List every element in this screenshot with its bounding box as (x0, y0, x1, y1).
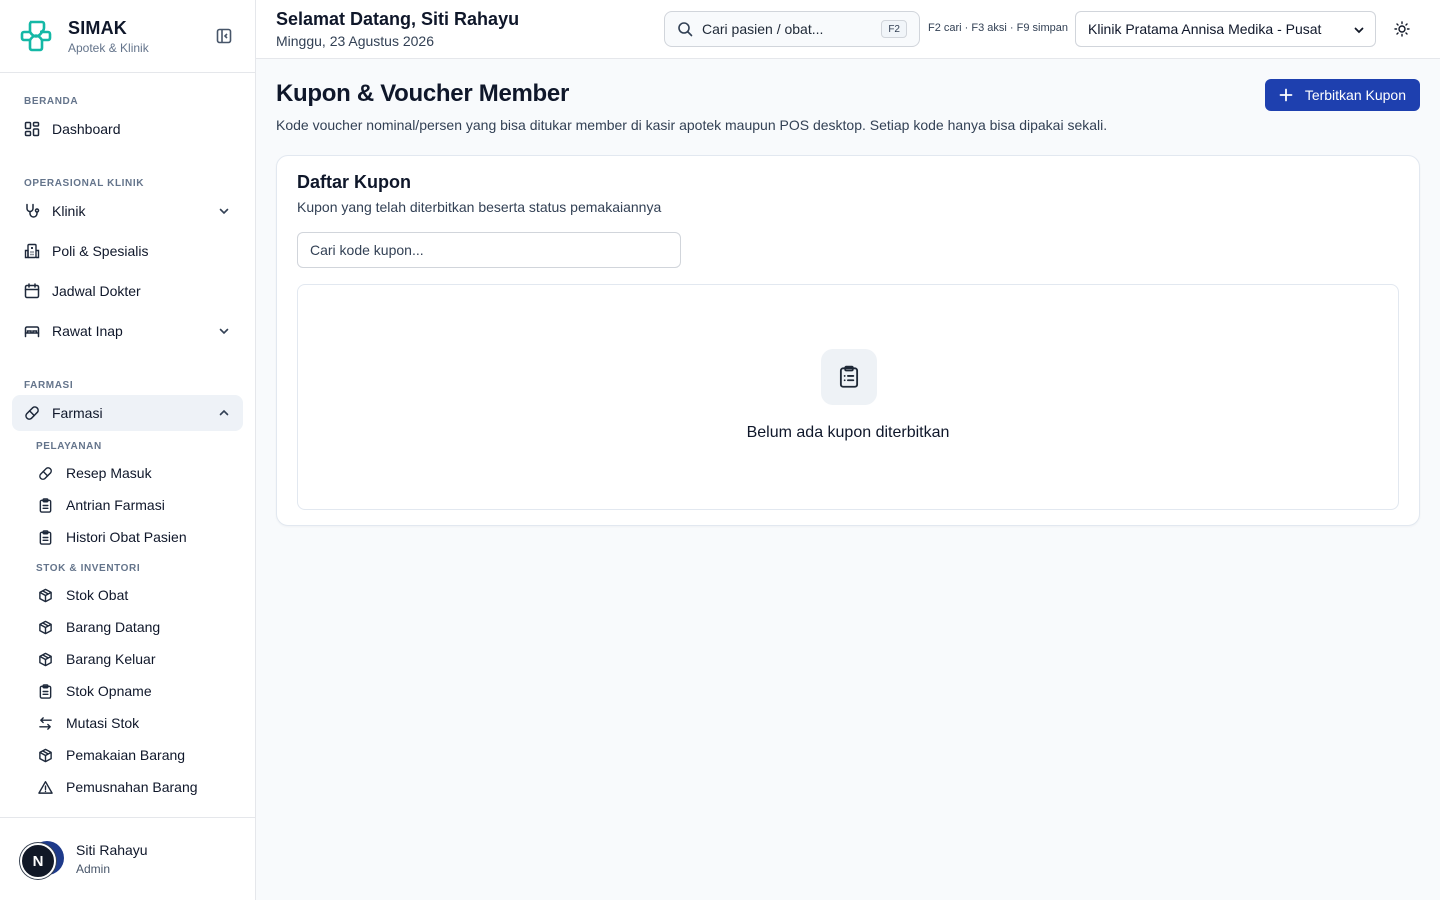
clinic-select[interactable]: Klinik Pratama Annisa Medika - Pusat (1075, 11, 1376, 47)
package-box-icon (39, 620, 52, 634)
sidebar-item-label: Farmasi (52, 405, 103, 421)
issue-coupon-label: Terbitkan Kupon (1304, 87, 1406, 103)
user-name: Siti Rahayu (76, 842, 148, 858)
sidebar-subitem-label: Barang Datang (66, 619, 161, 635)
page-title: Kupon & Voucher Member (276, 80, 569, 107)
greeting-title: Selamat Datang, Siti Rahayu (276, 9, 520, 29)
sidebar: SIMAK Apotek & Klinik BERANDA Dashboard … (0, 0, 256, 900)
sub-label-pelayanan: PELAYANAN (36, 440, 102, 452)
sidebar-item-rawat-inap[interactable]: Rawat Inap (12, 313, 243, 349)
top-header: Selamat Datang, Siti Rahayu Minggu, 23 A… (256, 0, 1440, 59)
sidebar-item-label: Rawat Inap (52, 323, 123, 339)
sidebar-subitem-pemusnahan-barang[interactable]: Pemusnahan Barang (12, 771, 243, 803)
sidebar-subitem-label: Stok Obat (66, 587, 129, 603)
pill-icon (25, 406, 39, 420)
package-box-icon (39, 652, 52, 666)
package-box-icon (39, 588, 52, 602)
global-search-input[interactable] (702, 21, 872, 37)
clinic-select-value: Klinik Pratama Annisa Medika - Pusat (1088, 21, 1322, 37)
sidebar-item-label: Dashboard (52, 121, 121, 137)
clipboard-list-icon (39, 497, 52, 513)
issue-coupon-button[interactable]: Terbitkan Kupon (1264, 79, 1420, 111)
clipboard-list-icon (39, 683, 52, 699)
sidebar-item-poli[interactable]: Poli & Spesialis (12, 233, 243, 269)
sidebar-subitem-resep-masuk[interactable]: Resep Masuk (12, 457, 243, 489)
plus-icon (1279, 88, 1293, 102)
chevron-up-icon (219, 409, 229, 416)
sidebar-item-farmasi[interactable]: Farmasi (12, 395, 243, 431)
search-icon (678, 22, 693, 37)
clipboard-list-icon (839, 365, 859, 388)
sidebar-subitem-label: Mutasi Stok (66, 715, 140, 731)
greeting: Selamat Datang, Siti Rahayu Minggu, 23 A… (276, 8, 519, 50)
sidebar-subitem-pemakaian-barang[interactable]: Pemakaian Barang (12, 739, 243, 771)
sidebar-item-label: Jadwal Dokter (52, 283, 141, 299)
user-profile[interactable]: N Siti Rahayu Admin (0, 817, 255, 900)
sidebar-nav: BERANDA Dashboard OPERASIONAL KLINIK Kli… (0, 73, 255, 817)
sidebar-subitem-stok-obat[interactable]: Stok Obat (12, 579, 243, 611)
empty-state-icon-wrap (821, 349, 877, 405)
dashboard-grid-icon (24, 121, 40, 137)
sidebar-item-jadwal[interactable]: Jadwal Dokter (12, 273, 243, 309)
sidebar-subitem-antrian-farmasi[interactable]: Antrian Farmasi (12, 489, 243, 521)
sidebar-collapse-icon[interactable] (215, 27, 233, 45)
clipboard-list-icon (39, 529, 52, 545)
sidebar-subitem-stok-opname[interactable]: Stok Opname (12, 675, 243, 707)
warning-triangle-icon (38, 780, 53, 794)
card-title: Daftar Kupon (297, 172, 411, 192)
calendar-icon (24, 283, 40, 299)
coupon-search-input[interactable] (297, 232, 681, 268)
bed-icon (24, 326, 40, 338)
coupon-list-card: Daftar Kupon Kupon yang telah diterbitka… (276, 155, 1420, 526)
greeting-date: Minggu, 23 Agustus 2026 (276, 33, 435, 49)
sidebar-subitem-mutasi-stok[interactable]: Mutasi Stok (12, 707, 243, 739)
sidebar-subitem-histori-obat[interactable]: Histori Obat Pasien (12, 521, 243, 553)
sidebar-subitem-barang-keluar[interactable]: Barang Keluar (12, 643, 243, 675)
arrows-left-right-icon (39, 716, 52, 730)
brand-name: SIMAK (68, 17, 127, 38)
pill-icon (39, 466, 52, 480)
sidebar-subitem-label: Histori Obat Pasien (66, 529, 187, 545)
chevron-down-icon (219, 208, 229, 215)
search-shortcut-badge: F2 (881, 20, 907, 38)
section-label-beranda: BERANDA (24, 96, 79, 107)
sidebar-subitem-label: Barang Keluar (66, 651, 156, 667)
keyboard-shortcuts-hint: F2 cari · F3 aksi · F9 simpan (928, 22, 1068, 34)
package-box-icon (39, 748, 52, 762)
user-role: Admin (76, 862, 111, 876)
brand-subtitle: Apotek & Klinik (68, 40, 149, 55)
avatar-initial: N (20, 843, 56, 879)
sidebar-subitem-label: Pemakaian Barang (66, 747, 186, 763)
empty-state: Belum ada kupon diterbitkan (297, 284, 1399, 510)
sidebar-item-label: Klinik (52, 203, 86, 219)
stethoscope-icon (26, 203, 40, 218)
sub-label-stok: STOK & INVENTORI (36, 562, 141, 574)
chevron-down-icon (1354, 27, 1364, 34)
sidebar-subitem-barang-datang[interactable]: Barang Datang (12, 611, 243, 643)
empty-state-text: Belum ada kupon diterbitkan (746, 424, 950, 441)
sun-theme-toggle-icon[interactable] (1394, 21, 1410, 37)
chevron-down-icon (219, 328, 229, 335)
avatar: N (20, 839, 64, 879)
sidebar-subitem-label: Antrian Farmasi (66, 497, 165, 513)
hospital-building-icon (24, 243, 40, 259)
section-label-farmasi: FARMASI (24, 380, 74, 391)
sidebar-subitem-label: Pemusnahan Barang (66, 779, 198, 795)
medical-cross-logo-icon (20, 20, 52, 52)
page-description: Kode voucher nominal/persen yang bisa di… (276, 117, 1108, 133)
sidebar-item-dashboard[interactable]: Dashboard (12, 111, 243, 147)
sidebar-subitem-label: Resep Masuk (66, 465, 152, 481)
sidebar-subitem-label: Stok Opname (66, 683, 152, 699)
brand: SIMAK Apotek & Klinik (0, 0, 255, 73)
sidebar-item-label: Poli & Spesialis (52, 243, 149, 259)
card-subtitle: Kupon yang telah diterbitkan beserta sta… (297, 199, 662, 215)
global-search[interactable]: F2 (664, 11, 920, 47)
sidebar-item-klinik[interactable]: Klinik (12, 193, 243, 229)
section-label-operasional: OPERASIONAL KLINIK (24, 178, 145, 189)
